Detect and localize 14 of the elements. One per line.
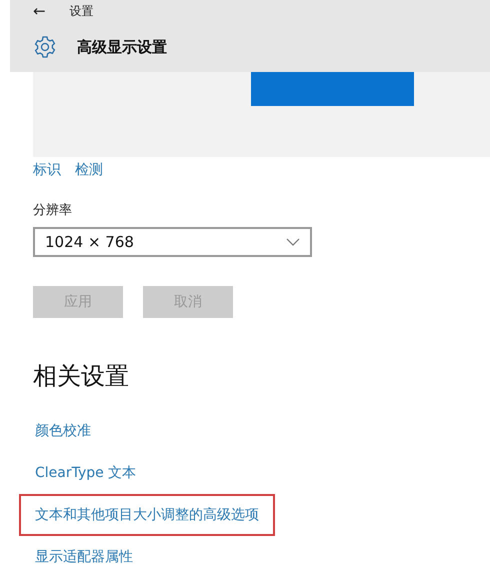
settings-link[interactable]: ClearType 文本	[33, 452, 138, 494]
page-title: 高级显示设置	[77, 38, 167, 56]
section-heading: 相关设置	[33, 361, 130, 392]
settings-link[interactable]: 颜色校准	[33, 410, 93, 452]
settings-link[interactable]: 文本和其他项目大小调整的高级选项	[19, 494, 275, 536]
display-link[interactable]: 标识	[33, 161, 61, 179]
chevron-icon	[286, 238, 300, 246]
display-link[interactable]: 检测	[75, 161, 103, 179]
resolution-label: 分辨率	[33, 202, 73, 219]
resolution-dropdown[interactable]: 1024 × 768	[33, 227, 312, 257]
app-title: 设置	[70, 2, 94, 20]
back-button[interactable]: ←	[33, 2, 46, 20]
settings-link[interactable]: 显示适配器属性	[33, 536, 135, 578]
settings-icon	[33, 35, 57, 59]
